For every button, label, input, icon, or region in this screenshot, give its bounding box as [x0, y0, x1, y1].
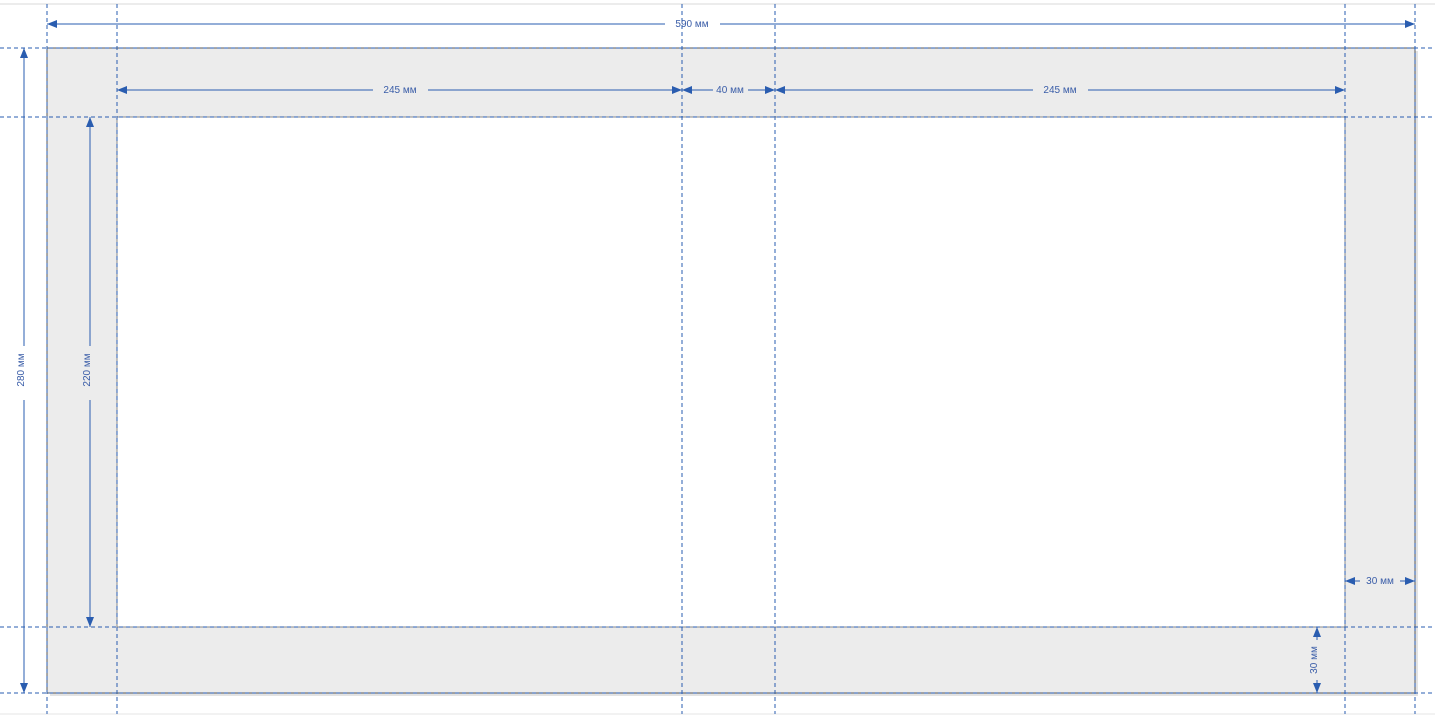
arrow-up-icon — [20, 48, 28, 58]
dim-panel-right-label: 245 мм — [1043, 85, 1076, 96]
inner-area — [117, 117, 1345, 627]
layout-diagram: 590 мм 245 мм 40 мм 245 мм 280 мм — [0, 0, 1435, 717]
arrow-left-icon — [47, 20, 57, 28]
dim-inner-height-label: 220 мм — [82, 353, 93, 386]
dim-total-width-label: 590 мм — [675, 19, 708, 30]
dim-total-height-label: 280 мм — [16, 353, 27, 386]
dim-total-width: 590 мм — [47, 19, 1415, 30]
dim-margin-right-label: 30 мм — [1366, 576, 1394, 587]
arrow-right-icon — [1405, 20, 1415, 28]
dim-total-height: 280 мм — [16, 48, 28, 693]
arrow-down-icon — [20, 683, 28, 693]
dim-panel-left-label: 245 мм — [383, 85, 416, 96]
dim-spine-label: 40 мм — [716, 85, 744, 96]
dim-margin-bottom-label: 30 мм — [1309, 646, 1320, 674]
